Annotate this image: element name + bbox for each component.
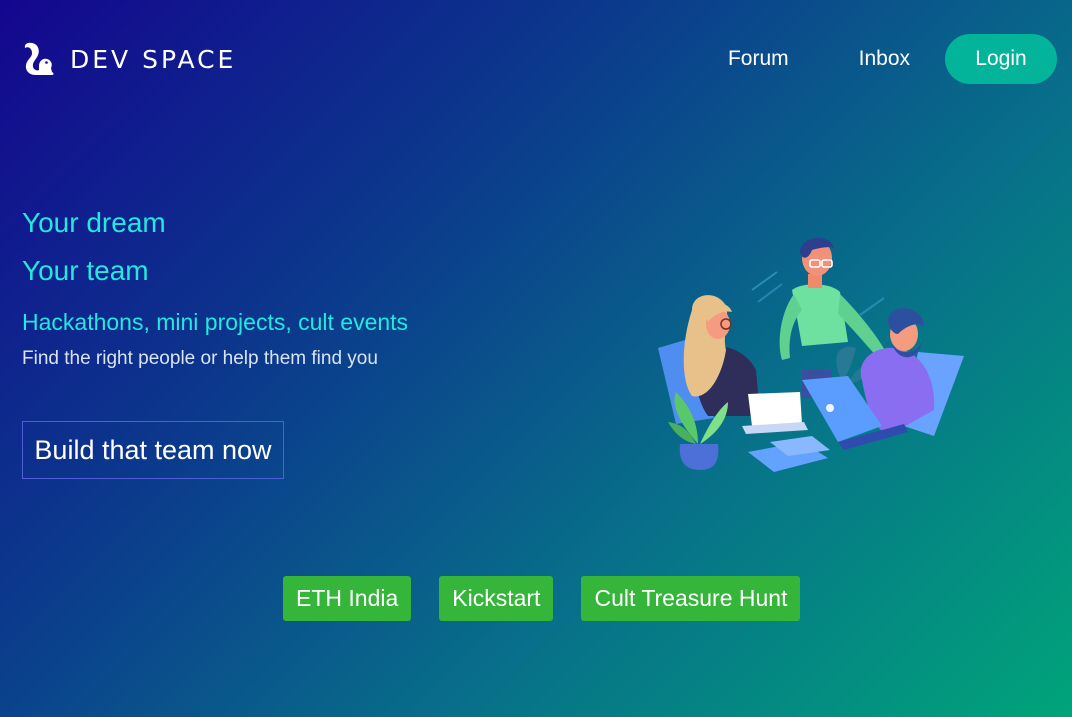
hero-headline-dream: Your dream xyxy=(22,207,166,238)
nav-inbox-link[interactable]: Inbox xyxy=(859,47,910,71)
brand-logo[interactable]: DEV SPACE xyxy=(22,42,236,76)
hero-subtitle: Hackathons, mini projects, cult events xyxy=(22,309,409,335)
hero-description: Find the right people or help them find … xyxy=(22,348,378,369)
hero-headline-team: Your team xyxy=(22,255,149,286)
event-list: ETH India Kickstart Cult Treasure Hunt xyxy=(283,576,801,621)
nav-forum-link[interactable]: Forum xyxy=(728,47,789,71)
top-nav: Forum Inbox Login xyxy=(728,34,1057,84)
build-team-button[interactable]: Build that team now xyxy=(22,421,284,479)
login-button[interactable]: Login xyxy=(945,34,1057,84)
brand-name: DEV SPACE xyxy=(70,44,237,74)
hero-section: Your dream Your team Hackathons, mini pr… xyxy=(22,199,408,370)
event-chip-eth-india[interactable]: ETH India xyxy=(283,576,412,621)
event-chip-cult-treasure-hunt[interactable]: Cult Treasure Hunt xyxy=(581,576,801,621)
squirrel-icon xyxy=(22,42,56,76)
team-illustration xyxy=(652,230,972,485)
event-chip-kickstart[interactable]: Kickstart xyxy=(439,576,554,621)
